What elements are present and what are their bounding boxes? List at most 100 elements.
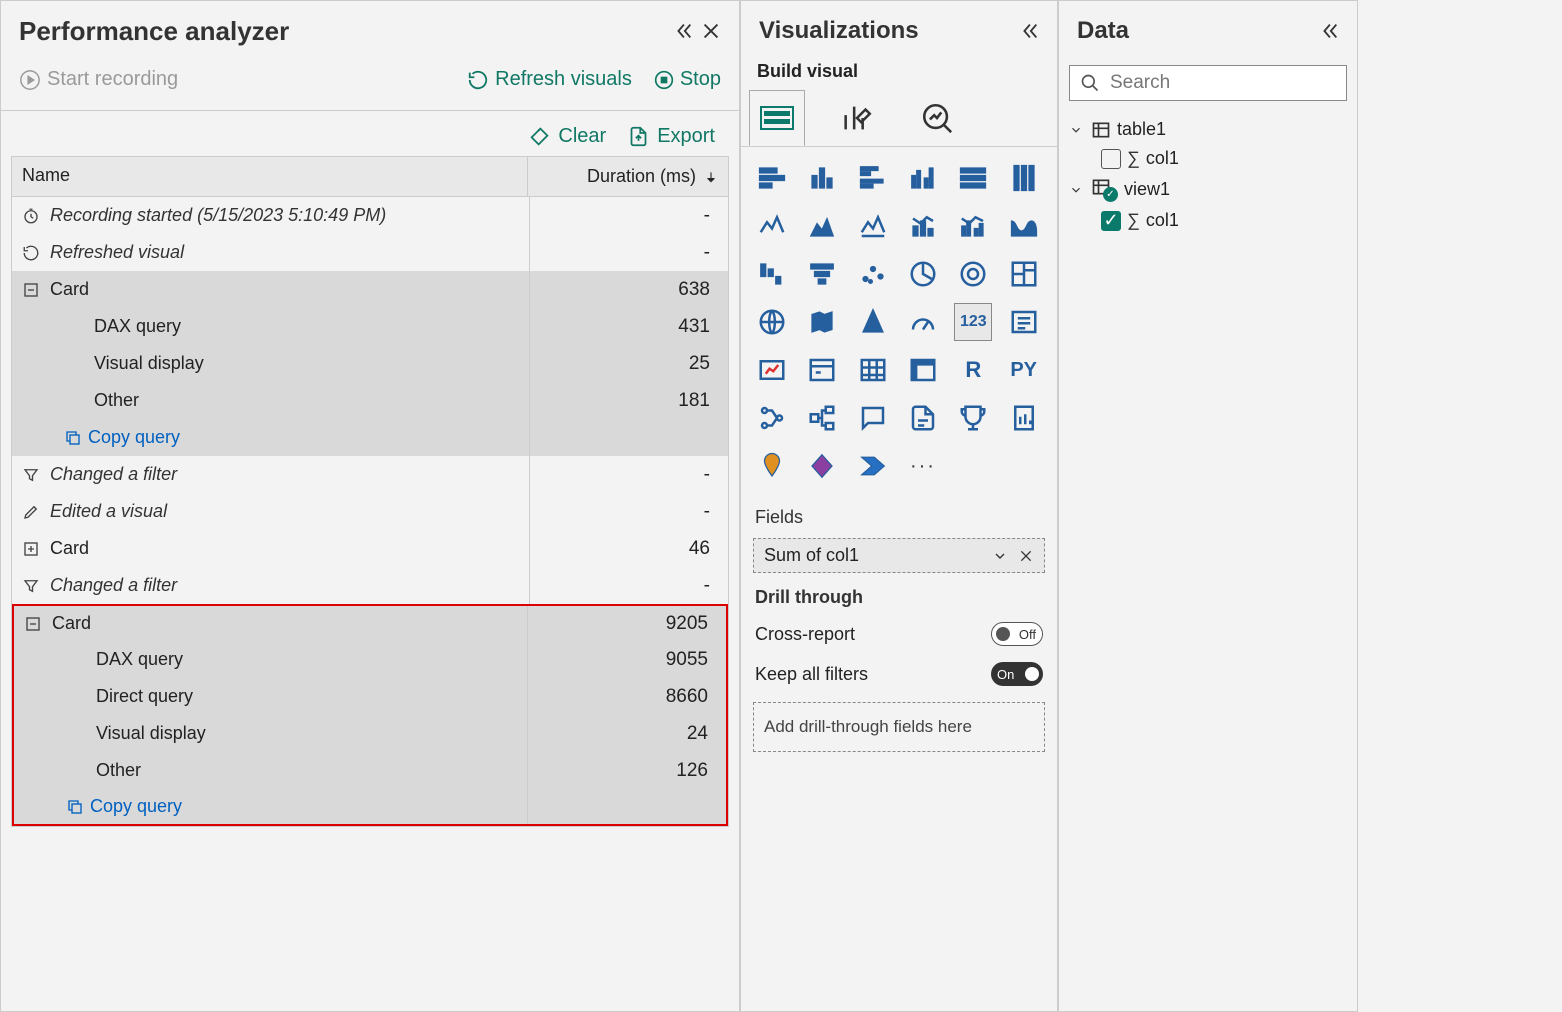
area-chart-icon[interactable] [803,207,841,245]
gauge-icon[interactable] [904,303,942,341]
perf-row[interactable]: Refreshed visual- [12,234,728,271]
clustered-bar-icon[interactable] [854,159,892,197]
perf-row[interactable]: Card638 [12,271,728,308]
perf-row[interactable]: Recording started (5/15/2023 5:10:49 PM)… [12,197,728,234]
perf-row[interactable]: Other181 [12,382,728,419]
perf-row[interactable]: Copy query [12,419,728,456]
perf-row[interactable]: Copy query [12,789,728,826]
search-input[interactable]: Search [1069,65,1347,101]
slicer-icon[interactable] [803,351,841,389]
funnel-icon[interactable] [803,255,841,293]
matrix-icon[interactable] [904,351,942,389]
stacked-bar-icon[interactable] [753,159,791,197]
checkbox-unchecked[interactable] [1101,149,1121,169]
hundred-stacked-column-icon[interactable] [1005,159,1043,197]
visual-gallery: 123 R PY ··· [741,147,1057,497]
card-icon[interactable]: 123 [954,303,992,341]
copy-query-link[interactable]: Copy query [22,796,182,817]
perf-row[interactable]: Card46 [12,530,728,567]
field-sum-of-col1[interactable]: Sum of col1 [753,538,1045,573]
line-clustered-column-icon[interactable] [954,207,992,245]
viz-title: Visualizations [759,17,1015,45]
col-name[interactable]: Name [12,157,528,196]
line-chart-icon[interactable] [753,207,791,245]
tree-view1-col1[interactable]: ✓ ∑ col1 [1067,206,1349,235]
pie-icon[interactable] [904,255,942,293]
tree-table1[interactable]: table1 [1067,115,1349,144]
smart-narrative-icon[interactable] [904,399,942,437]
perf-row[interactable]: Visual display24 [12,715,728,752]
refresh-visuals-button[interactable]: Refresh visuals [467,68,632,91]
map-icon[interactable] [753,303,791,341]
more-visuals-icon[interactable]: ··· [904,447,942,485]
data-title: Data [1077,17,1315,45]
perf-row[interactable]: Card9205 [12,604,728,641]
key-influencers-icon[interactable] [753,399,791,437]
tree-view1[interactable]: ✓ view1 [1067,173,1349,206]
multi-row-card-icon[interactable] [1005,303,1043,341]
stacked-area-icon[interactable] [854,207,892,245]
filled-map-icon[interactable] [803,303,841,341]
refresh-icon [20,242,42,264]
pencil-icon [20,501,42,523]
filter-icon [20,464,42,486]
power-automate-icon[interactable] [854,447,892,485]
perf-row[interactable]: Changed a filter- [12,567,728,604]
azure-map-icon[interactable] [854,303,892,341]
cross-report-toggle[interactable]: Off [991,622,1043,646]
collapse-icon[interactable] [669,17,697,45]
chevron-down-icon [1069,123,1083,137]
power-apps-icon[interactable] [803,447,841,485]
analytics-tab[interactable] [909,90,965,146]
paginated-report-icon[interactable] [1005,399,1043,437]
col-duration[interactable]: Duration (ms) [528,157,728,196]
cross-report-label: Cross-report [755,624,855,645]
py-visual-icon[interactable]: PY [1005,351,1043,389]
line-stacked-column-icon[interactable] [904,207,942,245]
keep-filters-toggle[interactable]: On [991,662,1043,686]
copy-query-link[interactable]: Copy query [20,427,180,448]
build-visual-tab[interactable] [749,90,805,146]
ribbon-chart-icon[interactable] [1005,207,1043,245]
chevron-down-icon[interactable] [992,548,1008,564]
stop-button[interactable]: Stop [654,68,721,91]
stop-label: Stop [680,68,721,91]
hundred-stacked-bar-icon[interactable] [954,159,992,197]
checkbox-checked[interactable]: ✓ [1101,211,1121,231]
donut-icon[interactable] [954,255,992,293]
start-recording-button[interactable]: Start recording [19,68,178,91]
format-visual-tab[interactable] [829,90,885,146]
export-button[interactable]: Export [628,125,715,148]
perf-row[interactable]: Edited a visual- [12,493,728,530]
qa-icon[interactable] [854,399,892,437]
clear-label: Clear [558,125,606,148]
treemap-icon[interactable] [1005,255,1043,293]
scatter-icon[interactable] [854,255,892,293]
goals-icon[interactable] [954,399,992,437]
perf-row[interactable]: Direct query8660 [12,678,728,715]
perf-title: Performance analyzer [19,16,669,47]
waterfall-icon[interactable] [753,255,791,293]
close-icon[interactable] [697,17,725,45]
remove-field-icon[interactable] [1018,548,1034,564]
clustered-column-icon[interactable] [904,159,942,197]
sigma-icon: ∑ [1127,148,1140,169]
arcgis-map-icon[interactable] [753,447,791,485]
kpi-icon[interactable] [753,351,791,389]
decomposition-tree-icon[interactable] [803,399,841,437]
perf-row[interactable]: Other126 [12,752,728,789]
fields-label: Fields [741,497,1057,534]
perf-row[interactable]: DAX query9055 [12,641,728,678]
clear-button[interactable]: Clear [529,125,606,148]
check-badge-icon: ✓ [1103,187,1118,202]
stacked-column-icon[interactable] [803,159,841,197]
perf-row[interactable]: Visual display25 [12,345,728,382]
tree-table1-col1[interactable]: ∑ col1 [1067,144,1349,173]
perf-row[interactable]: Changed a filter- [12,456,728,493]
r-visual-icon[interactable]: R [954,351,992,389]
data-collapse-icon[interactable] [1315,17,1343,45]
viz-collapse-icon[interactable] [1015,17,1043,45]
perf-row[interactable]: DAX query431 [12,308,728,345]
drill-through-dropzone[interactable]: Add drill-through fields here [753,702,1045,752]
table-icon[interactable] [854,351,892,389]
